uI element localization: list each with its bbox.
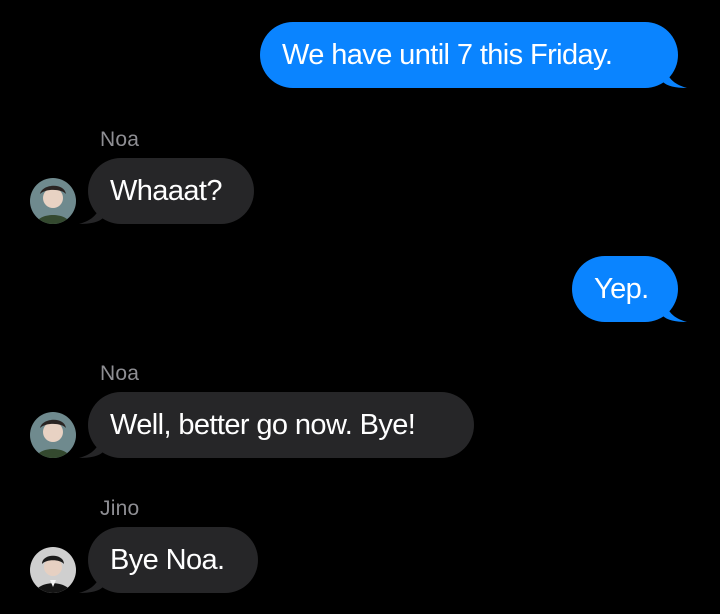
message-text: Yep. xyxy=(594,272,649,305)
bubble-tail-icon xyxy=(79,198,103,224)
message-bubble-incoming[interactable]: Well, better go now. Bye! xyxy=(79,392,474,458)
bubble-tail-icon xyxy=(663,62,687,88)
message-bubble-outgoing[interactable]: We have until 7 this Friday. xyxy=(260,22,687,88)
message-text: Whaaat? xyxy=(110,174,222,207)
jino-avatar[interactable] xyxy=(30,547,76,593)
bubble-tail-icon xyxy=(79,567,103,593)
message-bubble-incoming[interactable]: Bye Noa. xyxy=(79,527,258,593)
noa-avatar[interactable] xyxy=(30,178,76,224)
sender-name-noa: Noa xyxy=(100,128,140,151)
sender-name-noa: Noa xyxy=(100,362,140,385)
sender-name-jino: Jino xyxy=(100,497,140,520)
avatar-photo-icon xyxy=(30,412,76,458)
bubble-tail-icon xyxy=(79,432,103,458)
bubble-tail-icon xyxy=(663,296,687,322)
avatar-photo-icon xyxy=(30,178,76,224)
message-text: Well, better go now. Bye! xyxy=(110,408,416,441)
message-text: Bye Noa. xyxy=(110,543,225,576)
avatar-photo-icon xyxy=(30,547,76,593)
message-bubble-incoming[interactable]: Whaaat? xyxy=(79,158,254,224)
message-bubble-outgoing[interactable]: Yep. xyxy=(572,256,687,322)
noa-avatar[interactable] xyxy=(30,412,76,458)
message-text: We have until 7 this Friday. xyxy=(282,38,613,71)
